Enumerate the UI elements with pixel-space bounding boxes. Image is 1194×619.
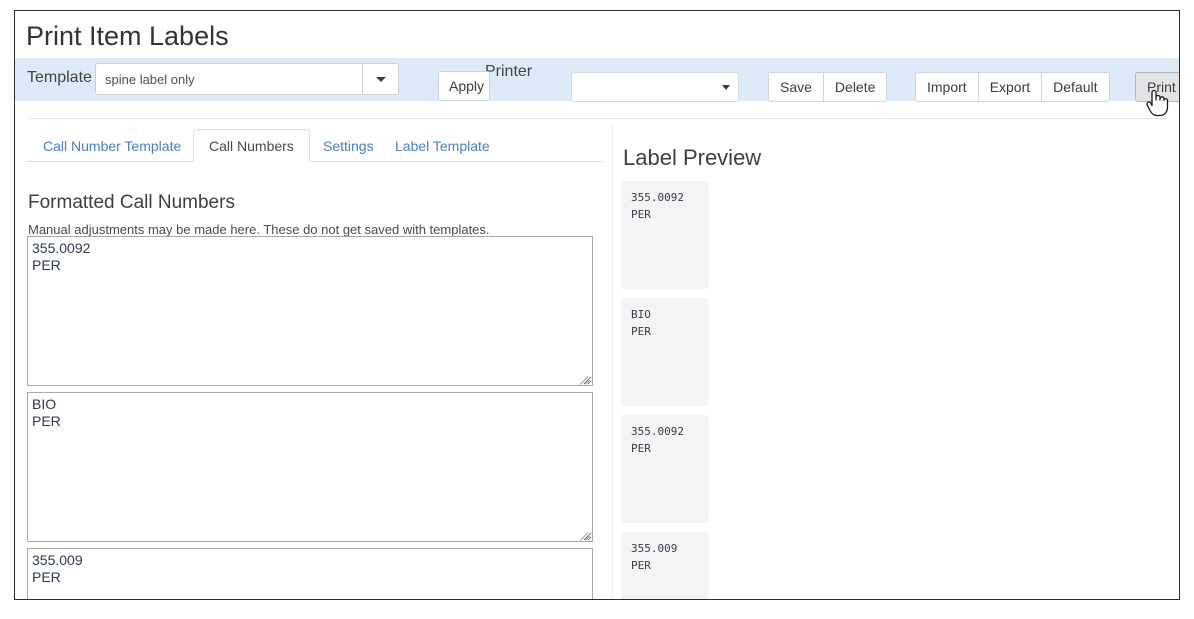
tab-call-number-template[interactable]: Call Number Template bbox=[27, 129, 197, 162]
print-button-group: Print bbox=[1135, 72, 1179, 102]
default-button[interactable]: Default bbox=[1042, 72, 1110, 102]
tab-bar: Call Number Template Call Numbers Settin… bbox=[27, 129, 603, 162]
printer-label: Printer bbox=[485, 63, 533, 80]
print-item-labels-window: Print Item Labels Template Printer Apply… bbox=[14, 10, 1180, 600]
toolbar-bottom-divider bbox=[27, 118, 1167, 119]
chevron-down-icon bbox=[722, 85, 730, 90]
import-export-default-button-group: Import Export Default bbox=[915, 72, 1110, 102]
tab-label-template[interactable]: Label Template bbox=[379, 129, 506, 162]
call-number-textarea[interactable]: 355.0092 PER bbox=[27, 236, 593, 386]
print-button[interactable]: Print bbox=[1135, 72, 1179, 102]
tab-bar-underline bbox=[27, 161, 603, 162]
label-preview-card: 355.0092 PER bbox=[621, 181, 709, 289]
delete-button[interactable]: Delete bbox=[823, 72, 888, 102]
chevron-down-icon bbox=[375, 76, 386, 82]
label-preview-card: 355.0092 PER bbox=[621, 415, 709, 523]
label-preview-card: 355.009 PER bbox=[621, 532, 709, 599]
manual-adjustments-note: Manual adjustments may be made here. The… bbox=[28, 222, 490, 237]
template-input[interactable] bbox=[95, 63, 363, 95]
page-title: Print Item Labels bbox=[26, 21, 229, 51]
label-preview-heading: Label Preview bbox=[623, 145, 762, 170]
label-preview-card: BIO PER bbox=[621, 298, 709, 406]
save-delete-button-group: Save Delete bbox=[768, 72, 888, 102]
call-number-textarea[interactable]: 355.009 PER bbox=[27, 548, 593, 599]
template-selector[interactable] bbox=[95, 63, 399, 95]
export-button[interactable]: Export bbox=[978, 72, 1043, 102]
import-button[interactable]: Import bbox=[915, 72, 979, 102]
tab-call-numbers[interactable]: Call Numbers bbox=[193, 129, 310, 162]
label-preview-list: 355.0092 PER BIO PER 355.0092 PER 355.00… bbox=[621, 181, 921, 599]
save-button[interactable]: Save bbox=[768, 72, 824, 102]
call-number-textarea[interactable]: BIO PER bbox=[27, 392, 593, 542]
tab-settings[interactable]: Settings bbox=[307, 129, 390, 162]
printer-select[interactable] bbox=[571, 72, 739, 102]
apply-button[interactable]: Apply bbox=[438, 71, 490, 101]
panel-divider bbox=[612, 123, 613, 599]
formatted-call-numbers-heading: Formatted Call Numbers bbox=[28, 192, 235, 213]
template-dropdown-button[interactable] bbox=[363, 63, 399, 95]
template-label: Template bbox=[27, 69, 92, 86]
